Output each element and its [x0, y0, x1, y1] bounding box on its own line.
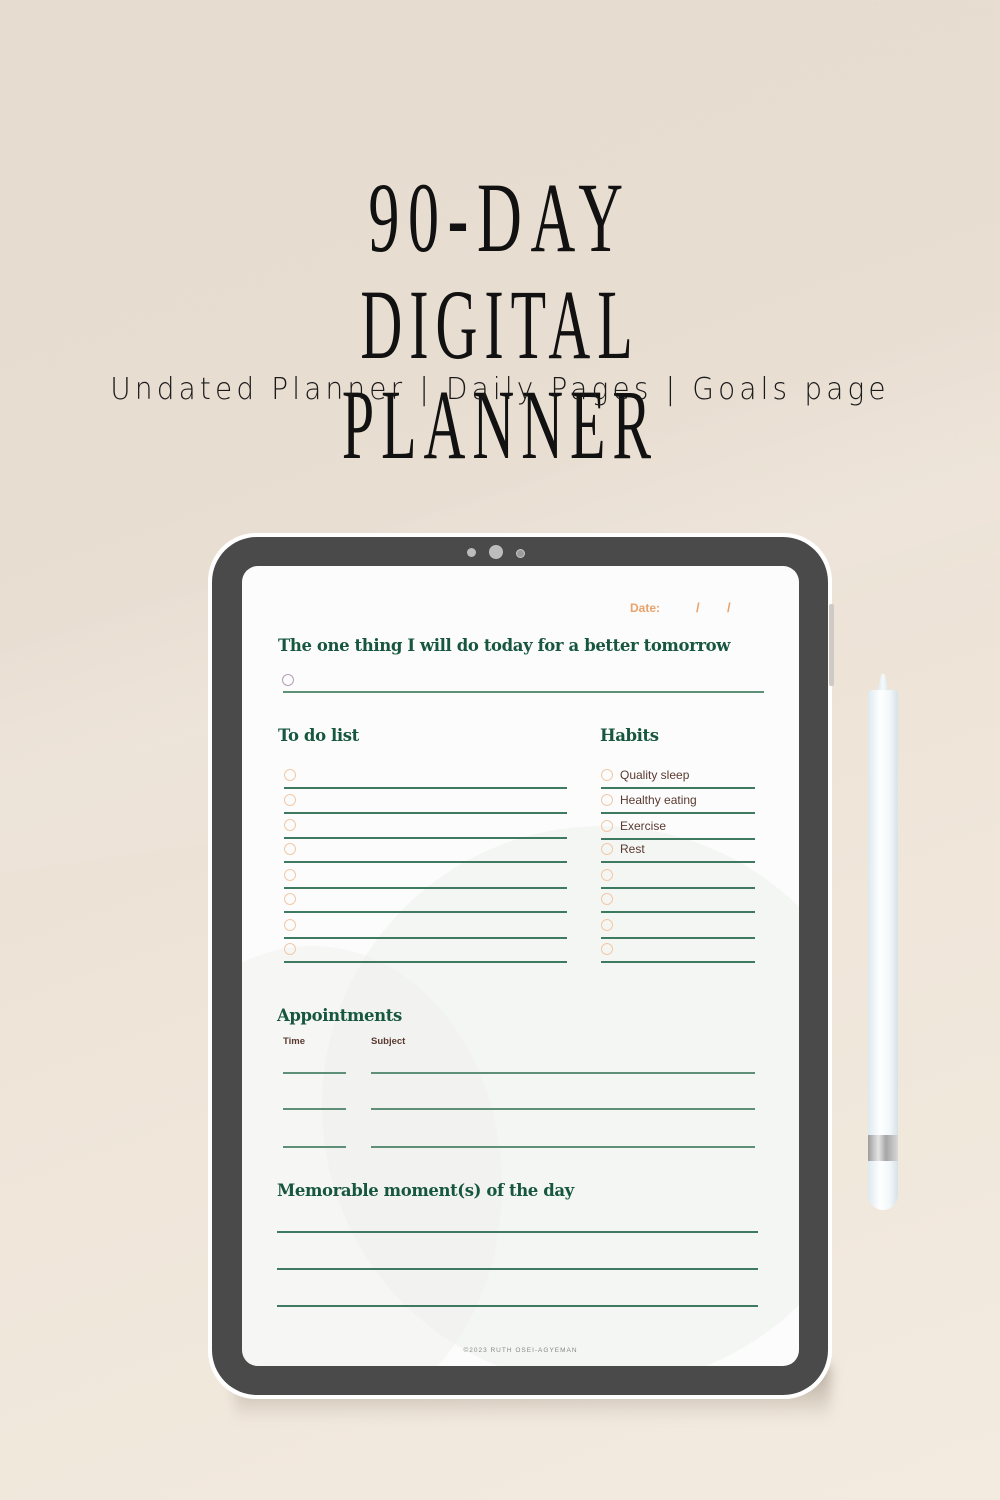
habit-checkbox[interactable] — [601, 794, 613, 806]
todo-checkbox[interactable] — [284, 919, 296, 931]
appointment-subject-field[interactable] — [371, 1072, 755, 1074]
todo-item-line[interactable] — [284, 887, 567, 889]
stylus-pencil — [868, 690, 898, 1210]
habits-heading: Habits — [600, 726, 659, 745]
todo-item-line[interactable] — [284, 961, 567, 963]
date-month-field[interactable] — [667, 598, 692, 618]
habit-item-line[interactable] — [601, 787, 755, 789]
planner-page: Date: / / The one thing I will do today … — [242, 566, 799, 1366]
todo-checkbox[interactable] — [284, 769, 296, 781]
habit-item-line[interactable] — [601, 861, 755, 863]
todo-item-line[interactable] — [284, 837, 567, 839]
habit-checkbox[interactable] — [601, 769, 613, 781]
appointment-time-field[interactable] — [283, 1146, 346, 1148]
habit-checkbox[interactable] — [601, 943, 613, 955]
habit-label: Quality sleep — [620, 768, 690, 782]
todo-item-line[interactable] — [284, 911, 567, 913]
camera-flash-icon — [516, 549, 525, 558]
todo-checkbox[interactable] — [284, 943, 296, 955]
todo-checkbox[interactable] — [284, 893, 296, 905]
habit-item-line[interactable] — [601, 937, 755, 939]
time-column-header: Time — [283, 1036, 306, 1047]
todo-checkbox[interactable] — [284, 794, 296, 806]
todo-checkbox[interactable] — [284, 843, 296, 855]
title-line-1: 90-DAY — [368, 162, 632, 273]
habit-checkbox[interactable] — [601, 919, 613, 931]
volume-up-button — [829, 604, 834, 652]
habit-label: Healthy eating — [620, 793, 697, 807]
appointment-time-field[interactable] — [283, 1108, 346, 1110]
todo-checkbox[interactable] — [284, 819, 296, 831]
memorable-line[interactable] — [277, 1231, 758, 1233]
camera-sensor-icon — [467, 548, 476, 557]
copyright-footer: ©2023 RUTH OSEI-AGYEMAN — [463, 1347, 578, 1354]
todo-heading: To do list — [278, 726, 359, 745]
subtitle: Undated Planner | Daily Pages | Goals pa… — [110, 372, 890, 407]
one-thing-input-line[interactable] — [283, 691, 764, 693]
habit-checkbox[interactable] — [601, 869, 613, 881]
date-day-field[interactable] — [704, 598, 724, 618]
one-thing-checkbox[interactable] — [282, 674, 294, 686]
date-separator: / — [727, 600, 731, 615]
habit-checkbox[interactable] — [601, 893, 613, 905]
date-year-field[interactable] — [734, 598, 764, 618]
memorable-heading: Memorable moment(s) of the day — [277, 1181, 574, 1200]
habit-checkbox[interactable] — [601, 843, 613, 855]
habit-label: Rest — [620, 842, 645, 856]
habit-item-line[interactable] — [601, 838, 755, 840]
volume-down-button — [829, 646, 834, 686]
appointment-time-field[interactable] — [283, 1072, 346, 1074]
date-separator: / — [696, 600, 700, 615]
todo-checkbox[interactable] — [284, 869, 296, 881]
todo-item-line[interactable] — [284, 787, 567, 789]
habit-item-line[interactable] — [601, 911, 755, 913]
stylus-band — [868, 1135, 898, 1161]
habit-item-line[interactable] — [601, 961, 755, 963]
date-label: Date: — [630, 601, 661, 615]
appointment-subject-field[interactable] — [371, 1108, 755, 1110]
habit-checkbox[interactable] — [601, 820, 613, 832]
camera-lens-icon — [489, 545, 503, 559]
todo-item-line[interactable] — [284, 812, 567, 814]
habit-item-line[interactable] — [601, 812, 755, 814]
habit-item-line[interactable] — [601, 887, 755, 889]
one-thing-heading: The one thing I will do today for a bett… — [278, 636, 731, 655]
appointments-heading: Appointments — [277, 1006, 402, 1025]
appointment-subject-field[interactable] — [371, 1146, 755, 1148]
memorable-line[interactable] — [277, 1268, 758, 1270]
todo-item-line[interactable] — [284, 937, 567, 939]
memorable-line[interactable] — [277, 1305, 758, 1307]
habit-label: Exercise — [620, 819, 667, 833]
todo-item-line[interactable] — [284, 861, 567, 863]
subject-column-header: Subject — [371, 1036, 406, 1047]
